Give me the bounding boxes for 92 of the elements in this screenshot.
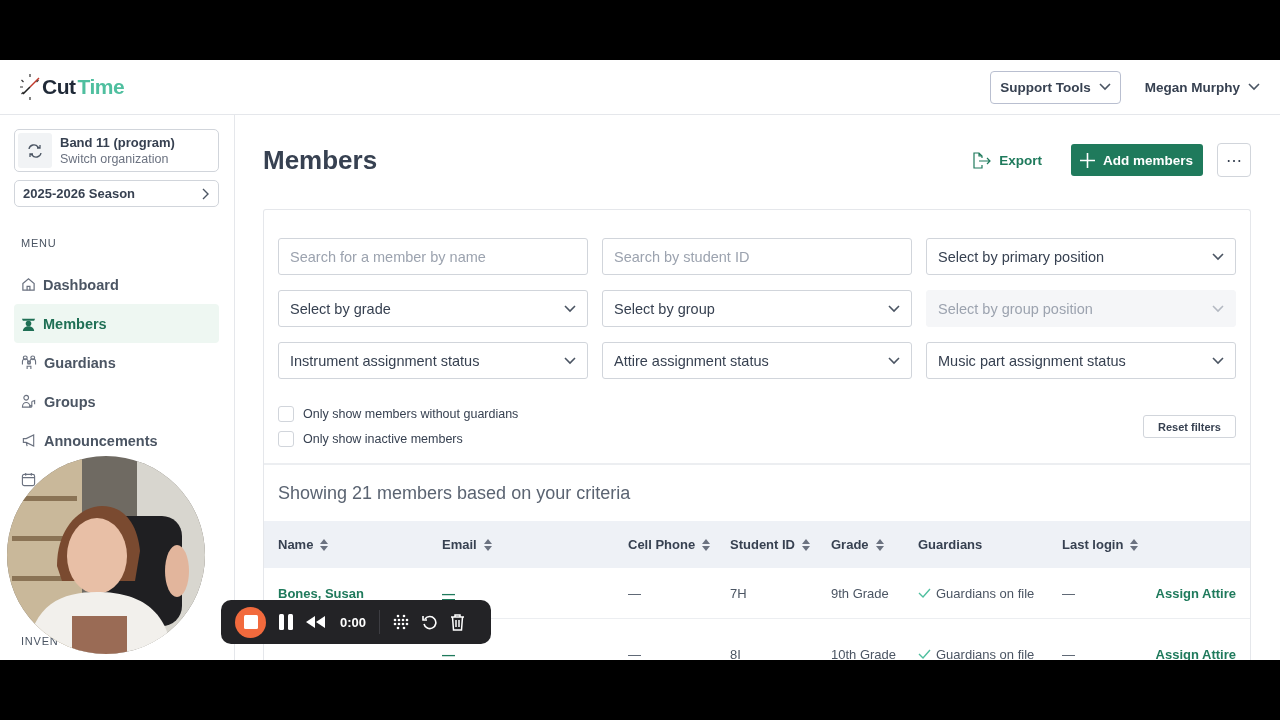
family-icon [21, 355, 37, 370]
add-members-button[interactable]: Add members [1070, 144, 1203, 176]
chevron-down-icon [1098, 83, 1111, 91]
restart-icon [422, 614, 438, 630]
clock-icon [18, 72, 42, 102]
select-dropdown[interactable]: Attire assignment status [602, 342, 912, 379]
chevron-down-icon [1212, 356, 1224, 365]
assign-attire-link[interactable]: Assign Attire [1155, 585, 1236, 601]
column-header[interactable]: Name [278, 537, 442, 552]
guardians-status: Guardians on file [918, 646, 1062, 660]
megaphone-icon [21, 433, 37, 448]
checkbox-label: Only show inactive members [303, 431, 463, 446]
rewind-button[interactable] [306, 616, 325, 628]
more-button[interactable]: ⋯ [1217, 143, 1251, 177]
page-title: Members [263, 144, 379, 176]
column-header[interactable]: Cell Phone [628, 537, 730, 552]
chevron-down-icon [564, 356, 576, 365]
table-cell: — [628, 585, 641, 601]
restart-button[interactable] [422, 614, 438, 630]
plus-icon [1079, 152, 1095, 168]
table-cell: 9th Grade [831, 585, 889, 601]
select-dropdown[interactable]: Music part assignment status [926, 342, 1236, 379]
sort-icon [483, 538, 492, 551]
search-field[interactable]: Search for a member by name [278, 238, 588, 275]
export-icon [972, 151, 992, 169]
swap-icon [26, 141, 44, 160]
guardians-status: Guardians on file [918, 585, 1062, 601]
support-tools-dropdown[interactable]: Support Tools [990, 70, 1121, 104]
rewind-icon [306, 616, 325, 628]
stop-icon [243, 615, 258, 629]
sidebar-item[interactable]: Announcements [14, 430, 161, 451]
sidebar-item[interactable]: Guardians [14, 352, 119, 373]
sidebar-item[interactable]: Dashboard [14, 274, 122, 295]
organization-switcher[interactable]: Band 11 (program) Switch organization [14, 129, 219, 172]
chevron-down-icon [888, 304, 900, 313]
table-cell: — [1062, 646, 1075, 660]
select-dropdown: Select by group position [926, 290, 1236, 327]
logo: CutTime [42, 75, 125, 99]
check-icon [918, 588, 931, 598]
chevron-right-icon [202, 187, 209, 200]
select-dropdown[interactable]: Select by grade [278, 290, 588, 327]
chevron-down-icon [888, 356, 900, 365]
column-header[interactable]: Grade [831, 537, 918, 552]
grid-icon [393, 614, 410, 630]
email-link[interactable]: — [442, 646, 455, 660]
checkbox[interactable] [278, 405, 294, 422]
sort-icon [802, 538, 810, 551]
export-button[interactable]: Export [972, 151, 1042, 169]
select-dropdown[interactable]: Instrument assignment status [278, 342, 588, 379]
member-name-link[interactable]: Bones, Susan [278, 585, 364, 601]
calendar-icon [21, 472, 36, 487]
column-header[interactable]: Last login [1062, 537, 1236, 552]
reset-filters-button[interactable]: Reset filters [1143, 415, 1236, 438]
select-dropdown[interactable]: Select by group [602, 290, 912, 327]
table-cell: 7H [730, 585, 747, 601]
search-field[interactable]: Search by student ID [602, 238, 912, 275]
recording-timer: 0:00 [340, 614, 367, 630]
table-cell: 10th Grade [831, 646, 897, 660]
table-cell: 8I [730, 646, 741, 660]
season-selector[interactable]: 2025-2026 Season [14, 180, 219, 207]
select-dropdown[interactable]: Select by primary position [926, 238, 1236, 275]
pause-button[interactable] [279, 614, 293, 630]
column-header: Guardians [918, 537, 984, 552]
home-icon [21, 277, 36, 292]
user-menu[interactable]: Megan Murphy [1144, 79, 1260, 95]
check-icon [918, 649, 931, 659]
checkbox-label: Only show members without guardians [303, 406, 519, 421]
chevron-down-icon [1212, 252, 1224, 261]
trash-icon [450, 613, 466, 631]
sort-icon [320, 538, 329, 551]
sort-icon [702, 538, 711, 551]
chevron-down-icon [564, 304, 576, 313]
people-icon [21, 394, 37, 409]
table-cell: — [628, 646, 641, 660]
checkbox[interactable] [278, 430, 294, 447]
delete-button[interactable] [450, 613, 466, 631]
menu-heading: MENU [21, 237, 57, 249]
sort-icon [1130, 538, 1139, 551]
grid-button[interactable] [393, 614, 410, 630]
stop-recording-button[interactable] [235, 606, 266, 638]
column-header[interactable]: Email [442, 537, 628, 552]
pause-icon [279, 614, 293, 630]
sort-icon [875, 538, 884, 551]
sidebar-item[interactable]: Members [14, 304, 219, 343]
table-cell: — [1062, 585, 1075, 601]
sidebar-item[interactable]: Groups [14, 391, 99, 412]
chevron-down-icon [1212, 304, 1224, 313]
column-header[interactable]: Student ID [730, 537, 831, 552]
email-link[interactable]: — [442, 585, 455, 601]
section-heading: INVEN [21, 635, 59, 647]
graduate-icon [21, 316, 36, 331]
chevron-down-icon [1248, 83, 1260, 91]
